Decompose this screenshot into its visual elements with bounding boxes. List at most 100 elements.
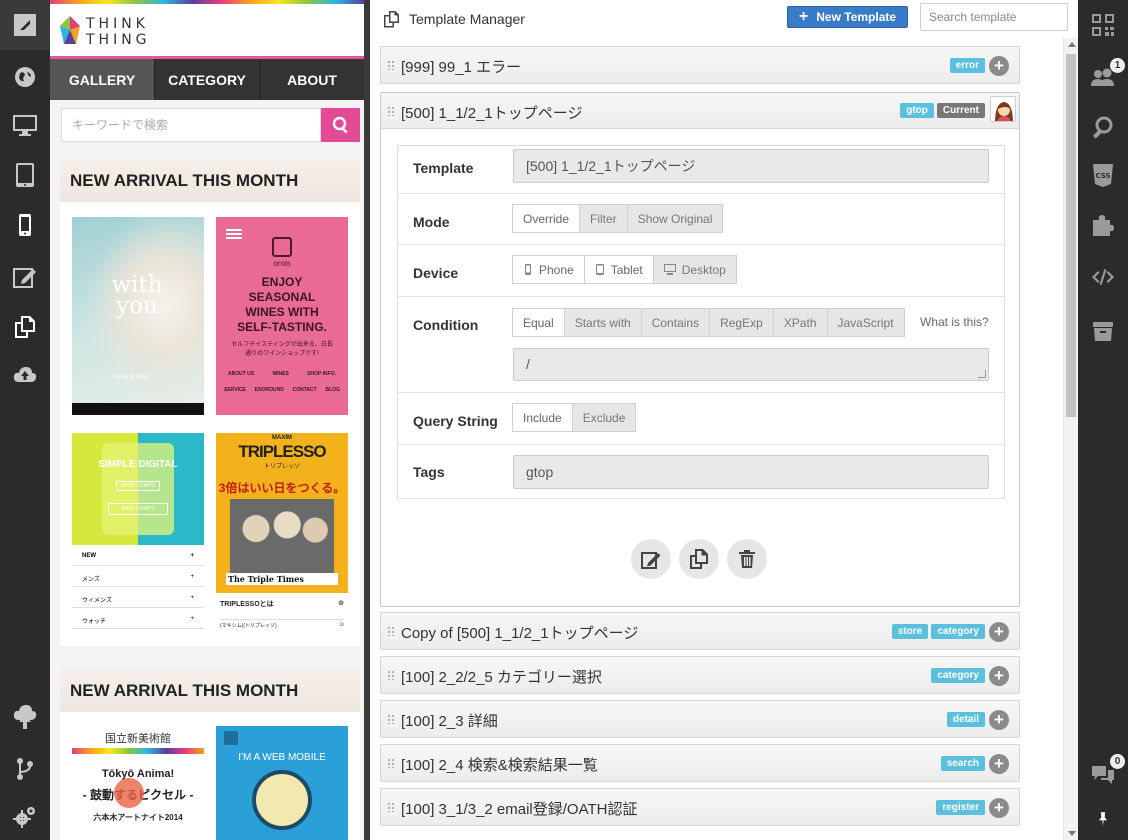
resize-handle-icon[interactable]: [978, 370, 986, 378]
app-logo-icon: [14, 14, 36, 36]
query-string-label: Query String: [413, 413, 498, 429]
drag-handle-icon[interactable]: [387, 802, 395, 812]
device-tablet-button[interactable]: Tablet: [583, 255, 654, 284]
condition-textarea[interactable]: /: [513, 348, 989, 381]
template-tags: category: [931, 668, 985, 683]
template-tags: register: [936, 800, 985, 815]
thumb-simple-digital[interactable]: SIMPLE DIGITAL SHOP COMP'S SHOP COMP'S N…: [72, 433, 204, 629]
scroll-down-icon[interactable]: [1068, 831, 1076, 836]
scrollbar-thumb[interactable]: [1066, 54, 1076, 417]
new-template-button[interactable]: + New Template: [787, 6, 908, 28]
template-row-header[interactable]: [500] 1_1/2_1トップページ gtop Current: [381, 93, 1019, 129]
template-name: [500] 1_1/2_1トップページ: [401, 105, 583, 122]
device-phone-button[interactable]: Phone: [512, 255, 585, 284]
user-avatar[interactable]: [990, 96, 1016, 122]
search-button[interactable]: [1078, 102, 1128, 152]
condition-segmented-control: Equal Starts with Contains RegExp XPath …: [512, 308, 905, 337]
device-field-row: Device Phone Tablet Desktop: [398, 245, 1004, 297]
query-include-button[interactable]: Include: [512, 403, 573, 432]
template-row[interactable]: [100] 2_3 詳細 detail +: [380, 700, 1020, 738]
mode-show-original-button[interactable]: Show Original: [626, 204, 724, 233]
settings-button[interactable]: [0, 792, 50, 840]
archive-button[interactable]: [1078, 306, 1128, 356]
edit-icon: [641, 552, 661, 569]
vertical-scrollbar[interactable]: [1063, 38, 1078, 840]
deploy-button[interactable]: [0, 692, 50, 742]
drag-handle-icon[interactable]: [387, 670, 395, 680]
thumb-ornis[interactable]: ornis ENJOY SEASONAL WINES WITH SELF-TAS…: [216, 217, 348, 415]
condition-javascript-button[interactable]: JavaScript: [826, 308, 905, 337]
condition-equal-button[interactable]: Equal: [512, 308, 565, 337]
users-button[interactable]: 1: [1078, 52, 1128, 102]
tablet-icon: [16, 163, 34, 187]
duplicate-template-button[interactable]: [679, 539, 719, 579]
expand-plus-button[interactable]: +: [989, 622, 1009, 642]
thumb-5-foot: 六本木アートナイト2014: [93, 813, 183, 822]
expand-plus-button[interactable]: +: [989, 754, 1009, 774]
nav-about[interactable]: ABOUT: [260, 59, 364, 100]
desktop-preview-button[interactable]: [0, 100, 50, 150]
template-row[interactable]: [100] 2_4 検索&検索結果一覧 search +: [380, 744, 1020, 782]
qr-code-button[interactable]: [1078, 0, 1128, 50]
plus-icon: +: [190, 574, 194, 580]
tag-badge: search: [940, 756, 985, 771]
code-button[interactable]: [1078, 252, 1128, 302]
expand-plus-button[interactable]: +: [989, 666, 1009, 686]
globe-button[interactable]: [0, 52, 50, 102]
template-row[interactable]: [999] 99_1 エラー error +: [380, 46, 1020, 84]
thumb-national-art-center[interactable]: 国立新美術館 Tōkyō Anima! - 鼓動するピクセル - 六本木アートナ…: [72, 726, 204, 840]
edit-template-button[interactable]: [631, 539, 671, 579]
condition-xpath-button[interactable]: XPath: [772, 308, 828, 337]
drag-handle-icon[interactable]: [387, 626, 395, 636]
comments-button[interactable]: 0: [1078, 748, 1128, 798]
thumb-web-mobile[interactable]: I'M A WEB MOBILE: [216, 726, 348, 840]
plugins-button[interactable]: [1078, 200, 1128, 250]
template-tags: search: [940, 756, 985, 771]
template-row[interactable]: Copy of [500] 1_1/2_1トップページ store catego…: [380, 612, 1020, 650]
thumb-4-people: [230, 499, 334, 573]
nav-category[interactable]: CATEGORY: [155, 59, 260, 100]
edit-button[interactable]: [0, 252, 50, 302]
condition-regexp-button[interactable]: RegExp: [709, 308, 774, 337]
drag-handle-icon[interactable]: [387, 60, 395, 70]
condition-contains-button[interactable]: Contains: [640, 308, 711, 337]
query-exclude-button[interactable]: Exclude: [571, 403, 637, 432]
mode-filter-button[interactable]: Filter: [579, 204, 628, 233]
drag-handle-icon[interactable]: [387, 714, 395, 724]
pin-button[interactable]: [1078, 794, 1128, 840]
upload-button[interactable]: [0, 350, 50, 400]
branch-button[interactable]: [0, 744, 50, 794]
device-desktop-button[interactable]: Desktop: [652, 255, 737, 284]
phone-preview-button[interactable]: [0, 200, 50, 250]
expand-plus-button[interactable]: +: [989, 710, 1009, 730]
thumb-5-title: 国立新美術館: [105, 733, 171, 745]
drag-handle-icon[interactable]: [387, 758, 395, 768]
logo-line-1: THINK: [86, 16, 149, 32]
template-search-input[interactable]: Search template: [920, 3, 1068, 31]
template-manager-button[interactable]: [0, 302, 50, 352]
template-row[interactable]: [100] 2_2/2_5 カテゴリー選択 category +: [380, 656, 1020, 694]
thumb-triplesso[interactable]: MAXIM TRIPLESSO トリプレッソ 3倍はいい日をつくる。 The T…: [216, 433, 348, 629]
thumb-venus-bed[interactable]: with you VENUS BED: [72, 217, 204, 415]
phone-icon: [525, 264, 531, 275]
thumb-2-link: ABOUT US: [228, 371, 255, 377]
site-search-input[interactable]: キーワードで検索: [61, 108, 321, 142]
template-row[interactable]: [100] 3_1/3_2 email登録/OATH認証 register +: [380, 788, 1020, 826]
site-search-button[interactable]: [321, 108, 360, 142]
expand-plus-button[interactable]: +: [989, 56, 1009, 76]
condition-help-link[interactable]: What is this?: [920, 315, 989, 329]
condition-starts-with-button[interactable]: Starts with: [563, 308, 642, 337]
scroll-up-icon[interactable]: [1068, 42, 1076, 47]
mode-override-button[interactable]: Override: [512, 204, 581, 233]
tablet-preview-button[interactable]: [0, 150, 50, 200]
drag-handle-icon[interactable]: [387, 106, 395, 116]
css-button[interactable]: CSS: [1078, 150, 1128, 200]
new-template-label: New Template: [816, 10, 897, 24]
nav-gallery[interactable]: GALLERY: [50, 59, 155, 100]
app-logo[interactable]: [0, 0, 50, 50]
delete-template-button[interactable]: [727, 539, 767, 579]
expand-plus-button[interactable]: +: [989, 798, 1009, 818]
cloud-upload-icon: [13, 367, 37, 382]
template-select[interactable]: [500] 1_1/2_1トップページ: [513, 149, 989, 183]
tags-input[interactable]: gtop: [513, 455, 989, 489]
